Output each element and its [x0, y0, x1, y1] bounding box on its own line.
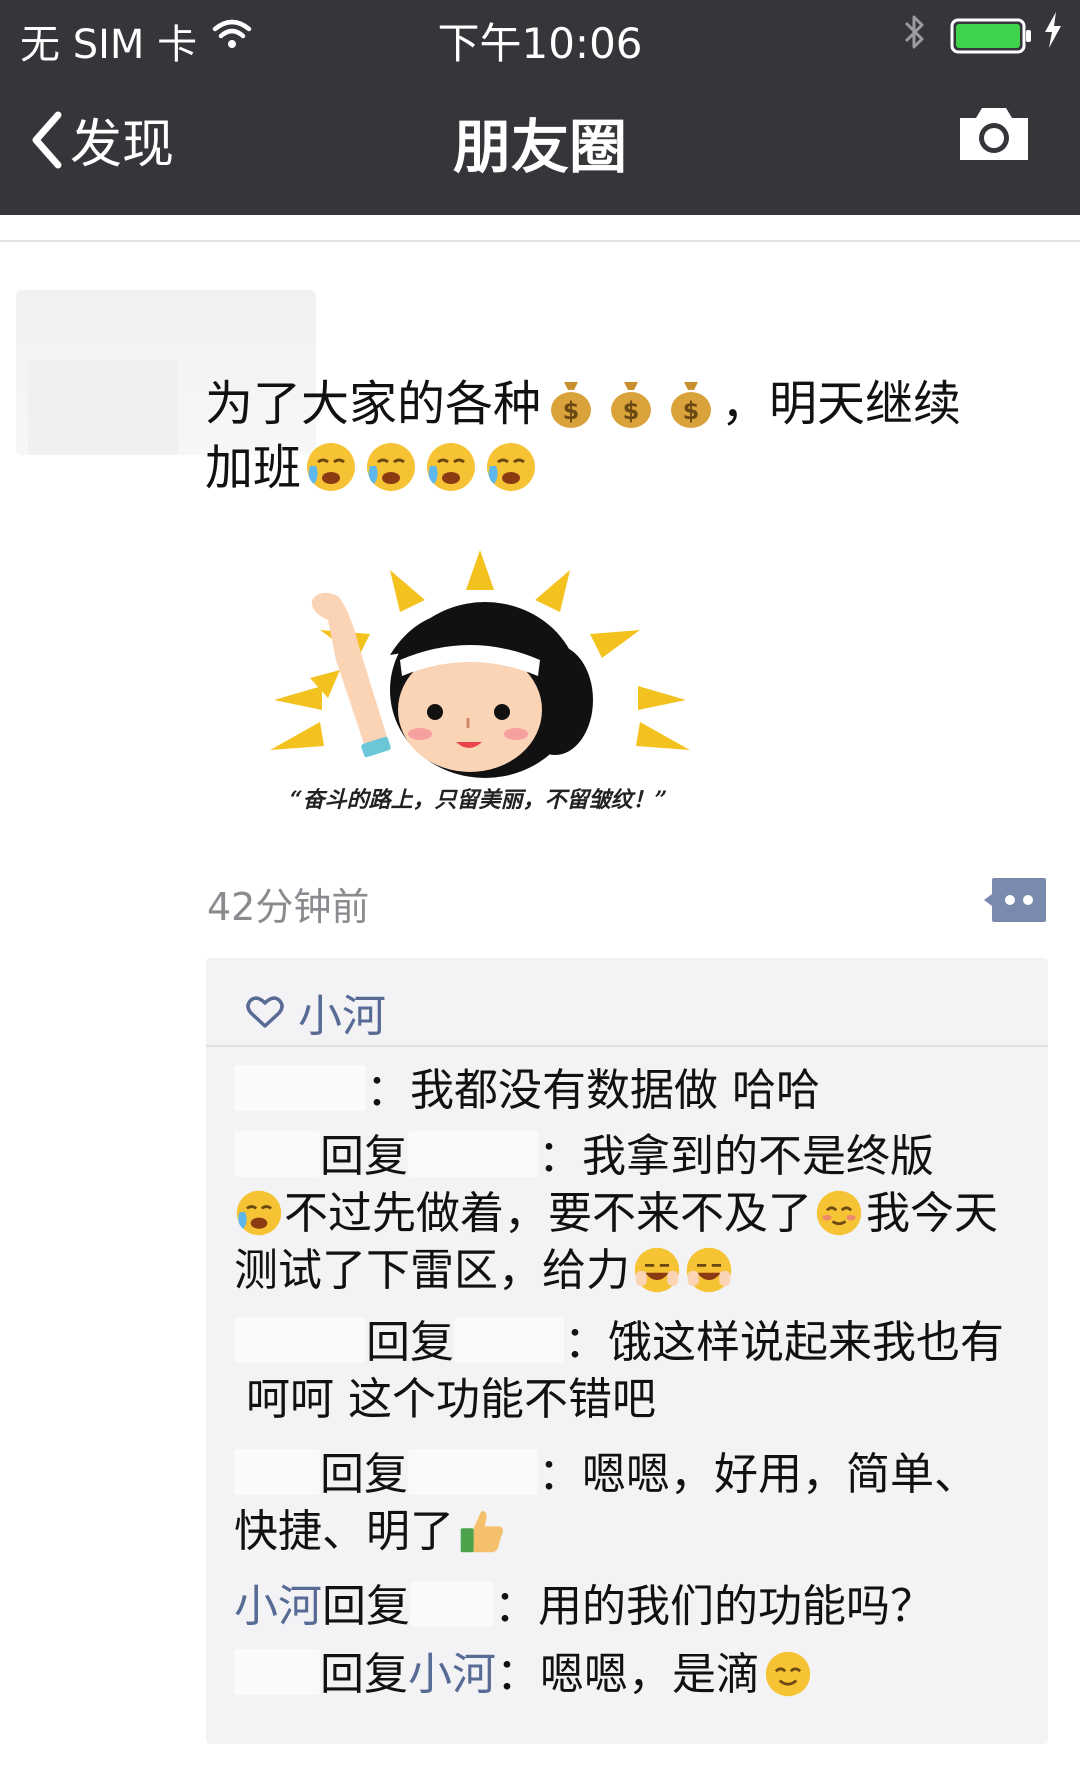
- svg-text:$: $: [683, 397, 700, 425]
- redacted-name: [408, 1449, 538, 1495]
- redacted-avatar-inner: [28, 360, 178, 455]
- post-text: 为了大家的各种 $ $ $ ，明天继续加班: [205, 372, 1050, 500]
- money-bag-icon: $: [671, 382, 712, 428]
- comment-text: ：饿这样说起来我也有: [564, 1317, 1004, 1368]
- svg-text:$: $: [623, 397, 640, 425]
- bluetooth-icon: [900, 12, 928, 62]
- reply-target[interactable]: 小河: [408, 1649, 496, 1700]
- navigation-bar: 发现 朋友圈: [0, 72, 1080, 215]
- camera-icon: [960, 108, 1028, 160]
- reply-label: 回复: [320, 1449, 408, 1500]
- redacted-name: [234, 1131, 320, 1177]
- redacted-name: [234, 1649, 320, 1695]
- redacted-name: [234, 1449, 320, 1495]
- interaction-panel: 小河 ：我都没有数据做 哈哈 回复 ：我拿到的不是终版 不过先做着，要不来不及了 我今…: [206, 958, 1048, 1744]
- redacted-name: [410, 1581, 494, 1627]
- redacted-name: [454, 1317, 564, 1363]
- comment-text: ：我都没有数据做 哈哈: [366, 1065, 820, 1116]
- redacted-name: [408, 1131, 538, 1177]
- comment-text-cont: 不过先做着，要不来不及了: [284, 1188, 812, 1239]
- comment-text: ：我拿到的不是终版: [538, 1131, 934, 1182]
- smile-face-icon: [765, 1651, 811, 1697]
- blush-face-icon: [816, 1190, 862, 1236]
- comment-dots-icon: [984, 878, 1046, 922]
- comment-item[interactable]: 回复 ：饿这样说起来我也有呵呵 这个功能不错吧: [234, 1314, 1034, 1428]
- laughing-face-icon: [634, 1247, 680, 1293]
- reply-label: 回复: [366, 1317, 454, 1368]
- comment-button[interactable]: [982, 876, 1048, 924]
- battery-icon: [950, 18, 1034, 64]
- header-divider: [0, 240, 1080, 242]
- laughing-face-icon: [686, 1247, 732, 1293]
- top-bar: 无 SIM 卡 下午10:06 发现 朋友圈: [0, 0, 1080, 215]
- post-text-part2: ，明天继续: [721, 376, 962, 432]
- redacted-name: [234, 1317, 366, 1363]
- comment-text: ：用的我们的功能吗？: [494, 1581, 934, 1632]
- comment-text-cont: 呵呵 这个功能不错吧: [246, 1374, 656, 1425]
- money-bag-icon: $: [611, 382, 652, 428]
- heart-icon: [246, 996, 284, 1028]
- comment-text: ：嗯嗯，是滴: [496, 1649, 760, 1700]
- reply-label: 回复: [320, 1649, 408, 1700]
- camera-button[interactable]: [956, 104, 1032, 168]
- crying-face-icon: [307, 443, 356, 491]
- crying-face-icon: [427, 443, 476, 491]
- post-text-part3: 加班: [205, 440, 302, 496]
- comment-item[interactable]: 回复 ：我拿到的不是终版 不过先做着，要不来不及了 我今天测试了下雷区，给力: [234, 1128, 1034, 1299]
- crying-face-icon: [236, 1190, 282, 1236]
- comment-author[interactable]: 小河: [234, 1581, 322, 1632]
- thumbs-up-icon: [460, 1511, 503, 1553]
- comment-item[interactable]: 小河回复 ：用的我们的功能吗？: [234, 1578, 1034, 1635]
- like-name[interactable]: 小河: [298, 980, 386, 1044]
- redacted-name: [234, 1065, 366, 1111]
- reply-label: 回复: [322, 1581, 410, 1632]
- reply-label: 回复: [320, 1131, 408, 1182]
- comment-item[interactable]: ：我都没有数据做 哈哈: [234, 1062, 1034, 1119]
- charging-icon: [1042, 10, 1064, 60]
- status-bar: 无 SIM 卡 下午10:06: [0, 0, 1080, 72]
- likes-divider: [206, 1045, 1048, 1047]
- likes-row: 小河: [246, 980, 386, 1044]
- comment-text: ：嗯嗯，好用，简单、: [538, 1449, 978, 1500]
- comment-item[interactable]: 回复 ：嗯嗯，好用，简单、快捷、明了: [234, 1446, 1034, 1560]
- svg-text:$: $: [563, 397, 580, 425]
- comment-item[interactable]: 回复小河：嗯嗯，是滴: [234, 1646, 1034, 1703]
- post-time: 42分钟前: [207, 885, 370, 929]
- crying-face-icon: [487, 443, 536, 491]
- post-text-part1: 为了大家的各种: [205, 376, 542, 432]
- page-title: 朋友圈: [452, 113, 627, 181]
- comment-text-cont: 快捷、明了: [234, 1506, 454, 1557]
- crying-face-icon: [367, 443, 416, 491]
- image-caption: “奋斗的路上，只留美丽，不留皱纹！”: [290, 787, 668, 813]
- money-bag-icon: $: [551, 382, 592, 428]
